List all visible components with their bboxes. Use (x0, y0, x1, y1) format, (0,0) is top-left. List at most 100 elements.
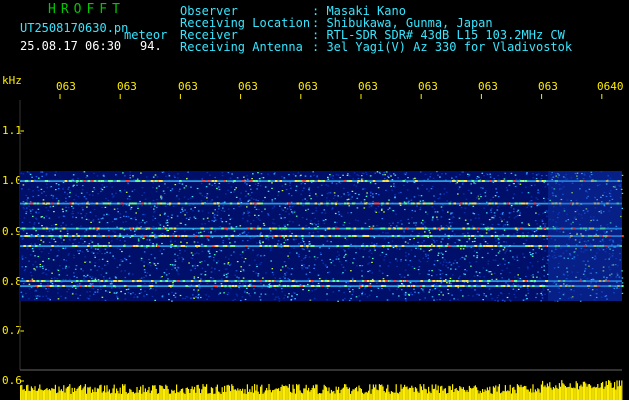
carrier-hotspot (135, 227, 139, 230)
carrier-hotspot (535, 235, 538, 237)
power-bar (107, 391, 109, 400)
power-bar (224, 385, 226, 400)
speckle (493, 212, 496, 214)
speckle (98, 282, 101, 284)
power-bar (359, 388, 361, 400)
speckle (176, 195, 178, 197)
speckle (267, 173, 269, 175)
carrier-hotspot (447, 235, 450, 237)
speckle (527, 268, 529, 270)
carrier-hotspot (361, 280, 365, 282)
speckle (124, 175, 126, 177)
power-bar (156, 393, 158, 400)
power-bar (118, 393, 120, 400)
speckle (197, 297, 199, 299)
speckle (137, 205, 139, 207)
speckle (64, 191, 66, 193)
speckle (270, 260, 272, 262)
speckle (357, 220, 359, 222)
speckle (64, 267, 67, 269)
power-bar (170, 393, 172, 400)
speckle (503, 247, 506, 249)
speckle (427, 178, 429, 180)
speckle (168, 175, 171, 177)
power-bar (540, 384, 542, 400)
speckle (256, 255, 259, 257)
power-bar (336, 389, 338, 400)
power-bar (402, 387, 404, 400)
power-bar (380, 385, 382, 400)
speckle (273, 206, 276, 208)
speckle (113, 208, 116, 210)
power-bar (95, 392, 97, 400)
speckle (119, 239, 121, 241)
power-bar (326, 387, 328, 400)
speckle (317, 282, 320, 285)
speckle (439, 273, 442, 275)
speckle (188, 204, 191, 207)
speckle (385, 232, 387, 234)
speckle (113, 257, 116, 259)
speckle (165, 268, 168, 271)
speckle (422, 287, 425, 289)
carrier-hotspot (364, 280, 367, 282)
speckle (455, 176, 457, 178)
speckle (184, 224, 187, 226)
power-bar (75, 391, 77, 400)
power-bar (510, 393, 512, 400)
power-bar (192, 389, 194, 400)
speckle (89, 295, 91, 297)
speckle (21, 188, 23, 190)
speckle (413, 237, 415, 240)
speckle (161, 295, 164, 297)
power-bar (518, 385, 520, 400)
speckle (73, 184, 75, 186)
carrier-hotspot (528, 245, 531, 247)
speckle (169, 241, 172, 243)
power-bar (542, 380, 544, 400)
speckle (384, 171, 387, 173)
speckle (351, 277, 354, 279)
speckle (76, 233, 78, 235)
speckle (137, 240, 140, 242)
power-bar (450, 390, 452, 400)
carrier-hotspot (265, 245, 268, 247)
speckle (22, 230, 25, 232)
speckle (222, 242, 224, 244)
speckle (494, 299, 496, 301)
power-bar (226, 385, 228, 400)
speckle (502, 249, 505, 251)
speckle (434, 260, 436, 262)
speckle (192, 294, 194, 296)
speckle (124, 270, 126, 272)
power-bar (335, 386, 337, 400)
speckle (31, 278, 34, 280)
speckle (91, 194, 94, 196)
speckle (334, 212, 337, 215)
speckle (487, 260, 490, 262)
speckle (177, 177, 179, 179)
speckle (45, 195, 47, 197)
speckle (530, 275, 533, 277)
speckle (300, 241, 302, 244)
speckle (437, 252, 440, 254)
speckle (325, 264, 327, 266)
speckle (155, 282, 157, 284)
speckle (334, 221, 336, 223)
speckle (252, 173, 254, 175)
carrier-hotspot (279, 280, 283, 282)
speckle (114, 276, 117, 278)
speckle (103, 175, 105, 177)
speckle (154, 174, 157, 176)
speckle (440, 241, 442, 243)
carrier-hotspot (180, 245, 184, 247)
carrier-hotspot (514, 202, 518, 205)
speckle (51, 283, 54, 285)
speckle (544, 211, 546, 213)
power-bar (438, 393, 440, 400)
carrier-hotspot (424, 227, 428, 230)
speckle (451, 217, 454, 219)
carrier-hotspot (480, 235, 484, 237)
power-bar (340, 390, 342, 400)
carrier-hotspot (272, 235, 276, 237)
